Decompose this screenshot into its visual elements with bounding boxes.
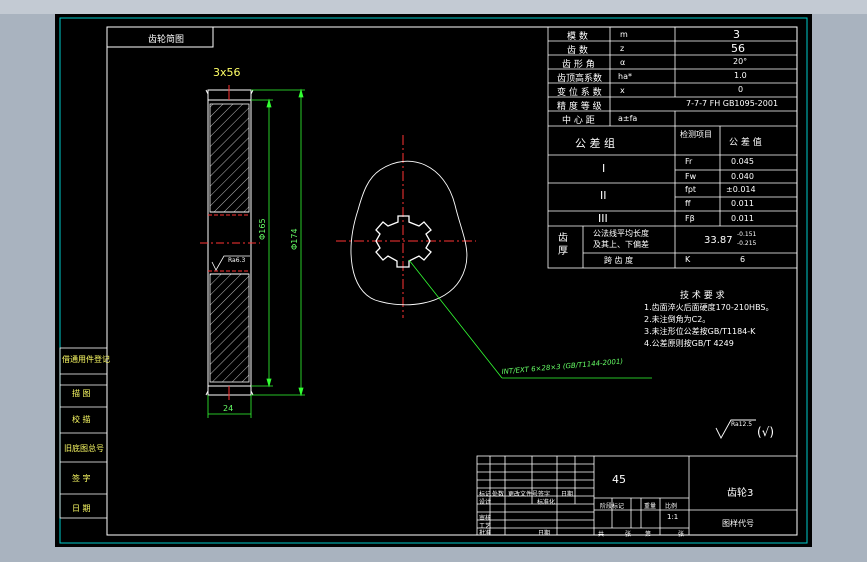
param-name: 模 数 bbox=[567, 32, 588, 42]
param-name: 齿 数 bbox=[567, 46, 588, 56]
param-value: 20° bbox=[733, 57, 748, 66]
span-label: 跨 齿 度 bbox=[604, 256, 634, 265]
tol-group-header: 公 差 组 bbox=[575, 137, 615, 150]
param-symbol: m bbox=[620, 30, 628, 39]
param-name: 中 心 距 bbox=[562, 116, 595, 126]
thickness-label: 齿厚 bbox=[558, 233, 568, 257]
note-item: 3.未注形位公差按GB/T1184-K bbox=[644, 327, 756, 336]
stamp-label: 日 期 bbox=[72, 504, 91, 513]
tol-sym: Fβ bbox=[685, 214, 695, 223]
param-name: 齿顶高系数 bbox=[557, 74, 603, 84]
span-value: 6 bbox=[740, 255, 746, 264]
tol-val: 0.040 bbox=[731, 172, 754, 181]
thickness-value: 33.87 bbox=[704, 235, 733, 246]
stamp-label: 描 图 bbox=[72, 389, 91, 398]
span-symbol: K bbox=[685, 255, 691, 264]
param-value: 0 bbox=[738, 85, 744, 94]
thickness-desc-2: 及其上、下偏差 bbox=[593, 240, 649, 249]
stamp-label: 校 描 bbox=[72, 415, 91, 424]
tol-val: 0.045 bbox=[731, 157, 754, 166]
tol-val: 0.011 bbox=[731, 214, 754, 223]
thickness-upper: -0.151 bbox=[737, 231, 757, 238]
param-value: 3 bbox=[733, 28, 740, 41]
drawing-no-label: 图样代号 bbox=[722, 519, 754, 528]
tol-sym: Fw bbox=[685, 172, 697, 181]
tb-row-label: 处数 bbox=[492, 491, 505, 498]
material: 45 bbox=[612, 473, 626, 486]
sheet-background bbox=[55, 14, 812, 547]
part-name: 齿轮3 bbox=[727, 488, 754, 499]
roughness-note-value: Ra12.5 bbox=[731, 421, 753, 428]
tb-page: 第 bbox=[645, 531, 652, 538]
tb-stage: 阶段标记 bbox=[600, 503, 625, 510]
note-item: 2.未注倒角为C2。 bbox=[644, 315, 711, 324]
tol-sym: fpt bbox=[685, 185, 697, 194]
tol-sym: Fr bbox=[685, 157, 693, 166]
stamp-label: 旧底图总号 bbox=[64, 444, 104, 453]
note-item: 4.公差原则按GB/T 4249 bbox=[644, 339, 734, 348]
param-symbol: x bbox=[620, 86, 625, 95]
tb-design: 设计 bbox=[479, 499, 492, 506]
note-item: 1.齿面淬火后面硬度170-210HBS。 bbox=[644, 303, 774, 312]
tb-sheet2: 张 bbox=[678, 531, 685, 538]
param-value: 7-7-7 FH GB1095-2001 bbox=[686, 99, 779, 108]
tol-val: ±0.014 bbox=[726, 185, 756, 194]
param-symbol: a±fa bbox=[618, 114, 638, 123]
gear-module-label: 3x56 bbox=[213, 66, 241, 79]
stamp-label: 借通用件登记 bbox=[62, 355, 110, 364]
thickness-lower: -0.215 bbox=[737, 240, 757, 247]
tb-row-label: 日期 bbox=[561, 491, 574, 498]
tol-val: 0.011 bbox=[731, 199, 754, 208]
tb-date: 日期 bbox=[538, 530, 551, 537]
tol-sym: ff bbox=[685, 199, 691, 208]
thickness-desc-1: 公法线平均长度 bbox=[593, 229, 649, 238]
tb-sheet: 张 bbox=[625, 531, 632, 538]
dim-width: 24 bbox=[223, 404, 234, 413]
scale-value: 1:1 bbox=[667, 513, 679, 521]
param-name: 齿 形 角 bbox=[562, 60, 595, 70]
param-value: 1.0 bbox=[734, 71, 747, 80]
dim-root-diameter: Φ165 bbox=[258, 218, 267, 240]
param-symbol: z bbox=[620, 44, 625, 53]
tol-item-header: 检测项目 bbox=[680, 130, 712, 139]
tol-group-1: I bbox=[602, 162, 606, 175]
param-name: 精 度 等 级 bbox=[557, 102, 602, 112]
tb-standard: 标准化 bbox=[537, 499, 556, 506]
tol-group-2: II bbox=[600, 189, 607, 202]
tb-total: 共 bbox=[598, 531, 605, 538]
tb-row-label: 更改文件号 bbox=[508, 491, 539, 498]
roughness-note-suffix: (√) bbox=[757, 425, 775, 439]
param-name: 变 位 系 数 bbox=[557, 88, 602, 98]
notes-title: 技 术 要 求 bbox=[680, 291, 725, 301]
title-tab-text: 齿轮简图 bbox=[148, 35, 185, 45]
param-symbol: α bbox=[620, 58, 626, 67]
tol-value-header: 公 差 值 bbox=[729, 138, 762, 148]
tb-weight: 重量 bbox=[644, 503, 657, 510]
param-symbol: ha* bbox=[618, 72, 632, 81]
dim-tip-diameter: Φ174 bbox=[290, 228, 299, 250]
tb-approve: 批准 bbox=[479, 530, 492, 537]
stamp-label: 签 字 bbox=[72, 474, 91, 483]
roughness-left-value: Ra6.3 bbox=[228, 257, 246, 264]
tol-group-3: III bbox=[598, 212, 608, 225]
cad-drawing-canvas[interactable] bbox=[0, 0, 867, 562]
param-value: 56 bbox=[731, 42, 745, 55]
tb-ratio: 比例 bbox=[665, 503, 678, 510]
